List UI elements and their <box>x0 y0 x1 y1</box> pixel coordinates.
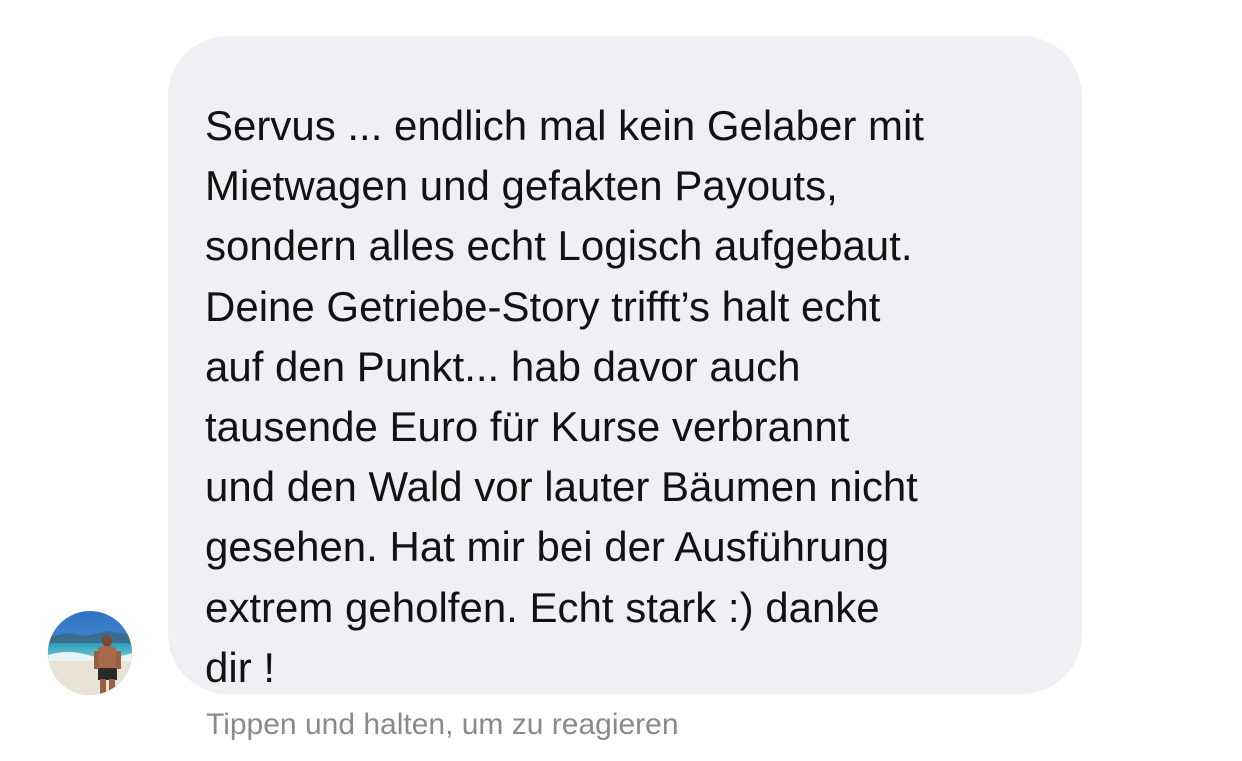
message-line: gesehen. Hat mir bei der Ausführung <box>205 523 890 571</box>
message-line: tausende Euro für Kurse verbrannt <box>205 403 850 451</box>
message-line: sondern alles echt Logisch aufgebaut. <box>205 222 913 270</box>
message-line: und den Wald vor lauter Bäumen nicht <box>205 463 918 511</box>
message-line: auf den Punkt... hab davor auch <box>205 342 801 390</box>
avatar-beach-photo <box>48 611 132 695</box>
message-line: Mietwagen und gefakten Payouts, <box>205 162 838 210</box>
message-line: Servus ... endlich mal kein Gelaber mit <box>205 102 924 149</box>
message-line: Deine Getriebe-Story trifft’s halt echt <box>205 282 881 330</box>
react-hint: Tippen und halten, um zu reagieren <box>206 708 679 741</box>
message-bubble[interactable]: Servus ... endlich mal kein Gelaber mit … <box>168 36 1082 694</box>
message-row: Servus ... endlich mal kein Gelaber mit … <box>0 0 1242 761</box>
sender-avatar[interactable] <box>48 611 132 695</box>
message-line: extrem geholfen. Echt stark :) danke <box>205 583 880 631</box>
message-text: Servus ... endlich mal kein Gelaber mit … <box>205 96 1042 698</box>
message-line: dir ! <box>205 643 276 691</box>
